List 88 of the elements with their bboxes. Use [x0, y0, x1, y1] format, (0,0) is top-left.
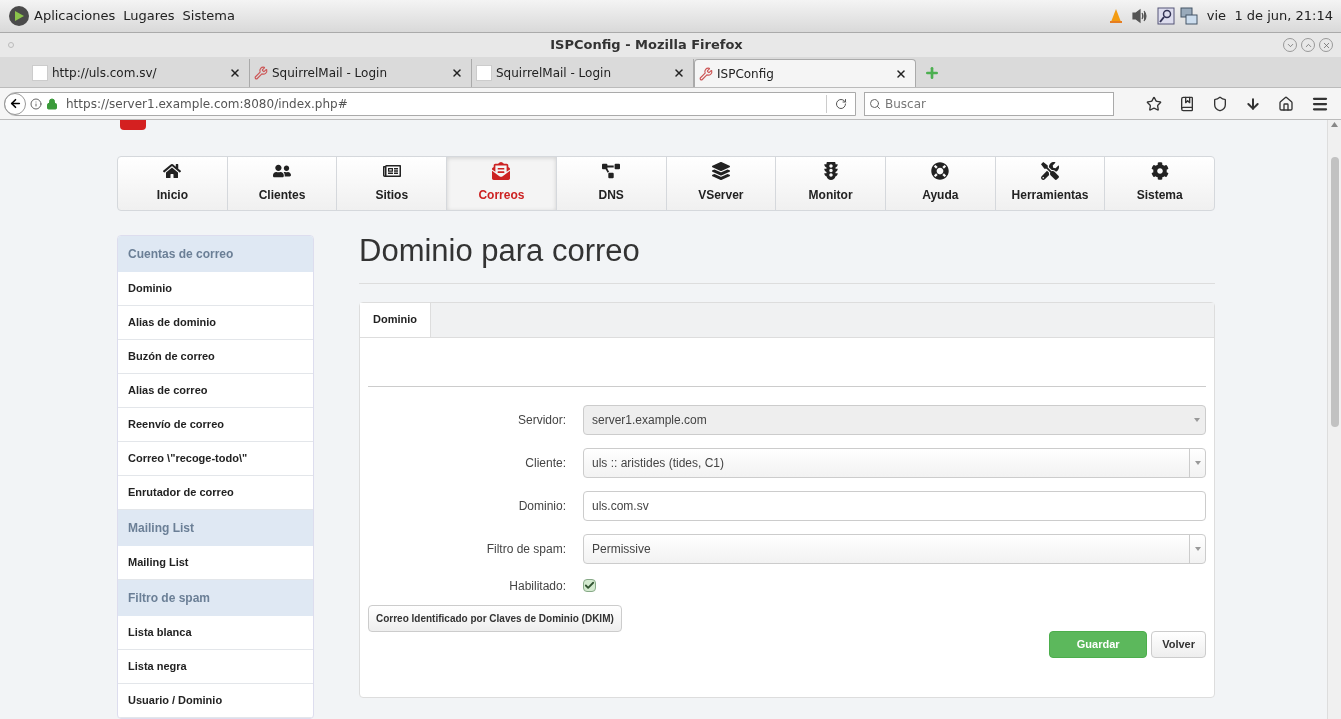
envelope-icon: [492, 162, 511, 181]
nav-tab[interactable]: VServer: [666, 156, 777, 210]
home-icon[interactable]: [1277, 95, 1294, 112]
select-field[interactable]: uls :: aristides (tides, C1): [583, 447, 1206, 478]
sidebar-item[interactable]: Lista blanca: [118, 616, 313, 650]
home-icon: [163, 162, 182, 181]
dkim-button[interactable]: Correo Identificado por Claves de Dominio (DKIM): [368, 604, 622, 632]
dropdown-caret-icon: [1194, 546, 1201, 551]
sidebar-section-header: Filtro de spam: [118, 580, 313, 616]
close-icon: [1321, 40, 1331, 50]
info-icon[interactable]: [30, 97, 42, 110]
bookmarks-icon[interactable]: [1179, 95, 1196, 112]
nav-tab[interactable]: Herramientas: [995, 156, 1106, 210]
sidebar-item[interactable]: Usuario / Dominio: [118, 684, 313, 718]
scroll-up-icon[interactable]: [1331, 122, 1338, 127]
field-label: Servidor:: [516, 411, 566, 429]
tools-favicon-icon: [254, 66, 268, 80]
layers-icon: [711, 162, 730, 181]
sidebar-item[interactable]: Buzón de correo: [118, 340, 313, 374]
desktop-menu[interactable]: Lugares: [123, 6, 175, 26]
distro-logo-icon[interactable]: [8, 5, 30, 27]
field-label: Dominio:: [517, 497, 566, 515]
sidebar-section-header: Mailing List: [118, 510, 313, 546]
browser-tab[interactable]: SquirrelMail - Login: [250, 59, 472, 87]
text-field[interactable]: uls.com.sv: [583, 490, 1206, 521]
browser-tab[interactable]: ISPConfig: [694, 59, 916, 87]
nav-tab[interactable]: Sistema: [1105, 156, 1215, 210]
window-title: ISPConfig - Mozilla Firefox: [549, 36, 744, 55]
sidebar-item[interactable]: Alias de correo: [118, 374, 313, 408]
select-field[interactable]: Permissive: [583, 533, 1206, 564]
bookmark-star-icon[interactable]: [1146, 95, 1163, 112]
traffic-light-icon: [821, 162, 840, 181]
close-tab-icon[interactable]: [229, 67, 241, 79]
nav-tab[interactable]: Ayuda: [885, 156, 996, 210]
nav-tab[interactable]: Clientes: [227, 156, 338, 210]
tools-icon: [1040, 162, 1059, 181]
blank-page-icon: [476, 65, 492, 81]
tab-title: SquirrelMail - Login: [272, 65, 388, 82]
checkmark-icon: [584, 580, 595, 591]
network-icon[interactable]: [1178, 6, 1199, 26]
sidebar-item[interactable]: Alias de dominio: [118, 306, 313, 340]
scrollbar[interactable]: [1327, 120, 1341, 719]
tab-title: SquirrelMail - Login: [496, 65, 612, 82]
lock-icon: [46, 97, 58, 110]
desktop-menu[interactable]: Sistema: [182, 6, 235, 26]
sidebar-item[interactable]: Dominio: [118, 272, 313, 306]
dropdown-caret-icon: [1194, 460, 1201, 465]
url-field[interactable]: https://server1.example.com:8080/index.php#: [4, 91, 856, 116]
speaker-icon[interactable]: [1130, 8, 1149, 24]
checkbox[interactable]: [583, 579, 596, 592]
scrollbar-thumb[interactable]: [1330, 157, 1339, 427]
url-text[interactable]: https://server1.example.com:8080/index.php#: [66, 94, 826, 113]
back-button[interactable]: Volver: [1151, 630, 1206, 658]
close-tab-icon[interactable]: [451, 67, 463, 79]
magnifier-icon[interactable]: [1156, 7, 1175, 25]
field-label: Cliente:: [524, 454, 566, 472]
tab-title: http://uls.com.sv/: [52, 65, 158, 82]
gear-icon: [1150, 162, 1169, 181]
sidebar-section-header: Cuentas de correo: [118, 236, 313, 272]
network-diagram-icon: [602, 162, 621, 181]
nav-tab[interactable]: Inicio: [118, 156, 228, 210]
field-label: Habilitado:: [508, 577, 566, 595]
field-label: Filtro de spam:: [485, 540, 566, 558]
dropdown-caret-icon: [1194, 417, 1200, 422]
desktop-menu[interactable]: Aplicaciones: [34, 6, 116, 26]
nav-tab[interactable]: DNS: [556, 156, 667, 210]
blank-page-icon: [32, 65, 48, 81]
sidebar-item[interactable]: Lista negra: [118, 650, 313, 684]
reload-icon[interactable]: [835, 97, 847, 110]
clock[interactable]: vie 1 de jun, 21:14: [1206, 6, 1333, 26]
sidebar-item[interactable]: Correo \"recoge-todo\": [118, 442, 313, 476]
back-arrow-icon: [8, 97, 22, 110]
browser-tab[interactable]: http://uls.com.sv/: [28, 59, 250, 87]
nav-tab[interactable]: Correos: [447, 156, 557, 210]
page-title: Dominio para correo: [359, 228, 1215, 284]
search-icon: [869, 97, 881, 110]
close-tab-icon[interactable]: [673, 67, 685, 79]
tools-favicon-icon: [699, 66, 713, 81]
logo-drawing: [120, 120, 146, 130]
nav-tab[interactable]: Monitor: [776, 156, 886, 210]
close-tab-icon[interactable]: [895, 67, 907, 80]
form-tab[interactable]: Dominio: [360, 302, 431, 337]
browser-tab[interactable]: SquirrelMail - Login: [472, 59, 694, 87]
life-ring-icon: [931, 162, 950, 181]
search-field[interactable]: Buscar: [864, 91, 1114, 116]
sidebar-item[interactable]: Reenvío de correo: [118, 408, 313, 442]
tab-title: ISPConfig: [717, 65, 775, 83]
search-placeholder: Buscar: [885, 95, 926, 113]
